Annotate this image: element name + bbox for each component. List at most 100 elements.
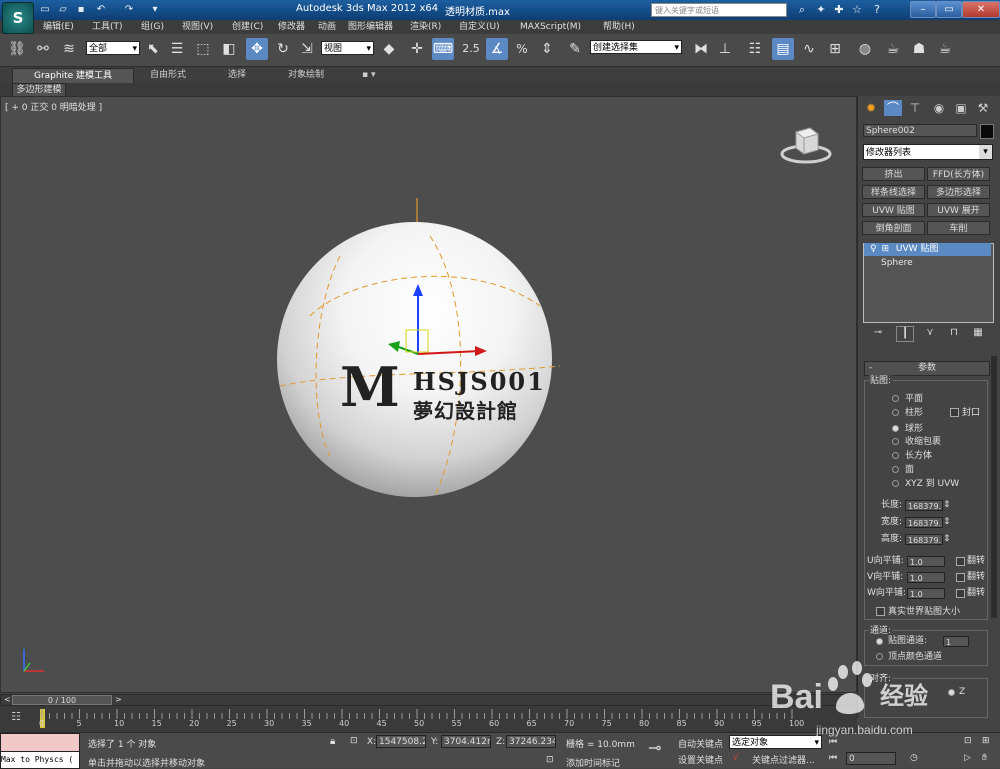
set-key-button[interactable]: 设置关键点 (678, 753, 723, 766)
new-icon[interactable]: ▭ (38, 3, 52, 16)
render-production-icon[interactable]: ☕ (934, 38, 956, 60)
tab-graphite-modeling[interactable]: Graphite 建模工具 (12, 68, 134, 83)
real-world-checkbox[interactable] (876, 607, 885, 616)
length-spinner[interactable]: 168379. (905, 500, 943, 511)
absolute-mode-icon[interactable]: ⊡ (350, 736, 358, 746)
stack-item-sphere[interactable]: Sphere (881, 258, 913, 268)
zoom-extents-icon[interactable]: ⊡ (964, 736, 972, 746)
pivot-center-icon[interactable]: ◆ (378, 38, 400, 60)
make-unique-icon[interactable]: ⋎ (922, 326, 938, 340)
modify-tab-icon[interactable]: ⌒ (884, 100, 902, 116)
time-slider[interactable] (0, 694, 857, 706)
undo-icon[interactable]: ↶ (94, 3, 108, 16)
time-slider-thumb[interactable]: 0 / 100 (12, 695, 112, 705)
radio-shrink-wrap[interactable] (892, 438, 899, 445)
show-end-result-icon[interactable]: ┃ (896, 326, 914, 342)
z-coordinate-field[interactable]: 37246.234 (506, 735, 556, 748)
motion-tab-icon[interactable]: ◉ (930, 100, 948, 116)
mirror-icon[interactable]: ⧓ (690, 38, 712, 60)
selection-filter-dropdown[interactable]: 全部 (86, 41, 140, 56)
viewport-label[interactable]: [ + 0 正交 0 明暗处理 ] (5, 100, 102, 113)
u-tile-spinner[interactable]: 1.0 (907, 556, 945, 567)
rendered-frame-window-icon[interactable]: ☗ (908, 38, 930, 60)
unlink-icon[interactable]: ⚯ (32, 38, 54, 60)
keyboard-shortcut-override-icon[interactable]: ⌨ (432, 38, 454, 60)
lock-icon[interactable]: 🔒︎ (330, 736, 335, 747)
bind-space-warp-icon[interactable]: ≋ (58, 38, 80, 60)
graphite-toggle-icon[interactable]: ▤ (772, 38, 794, 60)
app-logo-button[interactable]: S (2, 2, 34, 34)
menu-tools[interactable]: 工具(T) (92, 21, 123, 33)
tools-icon[interactable]: ✦ (814, 3, 828, 17)
render-setup-icon[interactable]: ☕ (882, 38, 904, 60)
modifier-uvw-map-button[interactable]: UVW 贴图 (862, 203, 925, 217)
x-coordinate-field[interactable]: 1547508.2 (376, 735, 426, 748)
menu-maxscript[interactable]: MAXScript(M) (520, 21, 581, 33)
radio-xyz-to-uvw[interactable] (892, 480, 899, 487)
v-flip-checkbox[interactable] (956, 573, 965, 582)
percent-snap-icon[interactable]: % (511, 38, 533, 60)
quick-access-more-icon[interactable]: ▾ (148, 3, 162, 16)
angle-snap-icon[interactable]: ∡ (486, 38, 508, 60)
create-tab-icon[interactable]: ✹ (862, 100, 880, 116)
window-crossing-icon[interactable]: ◧ (218, 38, 240, 60)
rectangular-selection-icon[interactable]: ⬚ (192, 38, 214, 60)
modifier-bevel-profile-button[interactable]: 倒角剖面 (862, 221, 925, 235)
add-time-tag[interactable]: 添加时间标记 (566, 756, 620, 769)
edit-named-selection-icon[interactable]: ✎ (564, 38, 586, 60)
tab-selection[interactable]: 选择 (228, 68, 246, 82)
modifier-list-dropdown[interactable]: 修改器列表 (863, 144, 993, 160)
time-slider-prev-icon[interactable]: < (4, 694, 11, 706)
menu-graph-editors[interactable]: 图形编辑器 (348, 21, 393, 33)
utilities-tab-icon[interactable]: ⚒ (974, 100, 992, 116)
maximize-button[interactable]: ▭ (936, 1, 962, 18)
close-button[interactable]: ✕ (962, 1, 1000, 18)
link-icon[interactable]: ⛓ (6, 38, 28, 60)
menu-create[interactable]: 创建(C) (232, 21, 263, 33)
material-editor-icon[interactable]: ◍ (854, 38, 876, 60)
modifier-unwrap-uvw-button[interactable]: UVW 展开 (927, 203, 990, 217)
menu-views[interactable]: 视图(V) (182, 21, 213, 33)
align-icon[interactable]: ⊥ (714, 38, 736, 60)
named-selection-dropdown[interactable]: 创建选择集 (590, 40, 682, 55)
select-object-icon[interactable]: ⬉ (142, 38, 164, 60)
v-tile-spinner[interactable]: 1.0 (907, 572, 945, 583)
menu-help[interactable]: 帮助(H) (603, 21, 635, 33)
favorites-icon[interactable]: ☆ (850, 3, 864, 17)
mini-curve-editor-icon[interactable]: ☷ (8, 710, 24, 724)
select-and-rotate-icon[interactable]: ↻ (272, 38, 294, 60)
configure-modifier-sets-icon[interactable]: ▦ (970, 326, 986, 340)
snaps-toggle-icon[interactable]: 2.5 (460, 38, 482, 60)
chevron-down-icon[interactable]: ▾ (979, 145, 992, 159)
w-tile-spinner[interactable]: 1.0 (907, 588, 945, 599)
stack-item-uvw-map[interactable]: ♀ ⊞ UVW 贴图 (864, 243, 991, 256)
maxscript-listener-white[interactable]: Max to Physcs ( (0, 751, 80, 769)
modifier-poly-select-button[interactable]: 多边形选择 (927, 185, 990, 199)
remove-modifier-icon[interactable]: ⊓ (946, 326, 962, 340)
modifier-spline-select-button[interactable]: 样条线选择 (862, 185, 925, 199)
select-by-name-icon[interactable]: ☰ (166, 38, 188, 60)
spinner-arrows-icon[interactable]: ⇕ (943, 533, 951, 545)
key-icon[interactable]: ⊸ (648, 738, 661, 757)
binoculars-icon[interactable]: ⌕ (795, 3, 809, 17)
radio-cylindrical[interactable] (892, 409, 899, 416)
y-coordinate-field[interactable]: 3704.412m (441, 735, 491, 748)
width-spinner[interactable]: 168379. (905, 517, 943, 528)
key-mode-icon[interactable]: √ (733, 753, 739, 763)
pan-view-icon[interactable]: ✋︎ (982, 753, 987, 763)
polygon-modeling-label[interactable]: 多边形建模 (12, 83, 66, 97)
cap-checkbox[interactable] (950, 408, 959, 417)
modifier-ffd-box-button[interactable]: FFD(长方体) (927, 167, 990, 181)
menu-edit[interactable]: 编辑(E) (43, 21, 74, 33)
w-flip-checkbox[interactable] (956, 589, 965, 598)
parameters-rollout-header[interactable]: - 参数 (864, 361, 990, 376)
viewcube-icon[interactable] (780, 124, 832, 166)
menu-group[interactable]: 组(G) (141, 21, 164, 33)
select-manipulate-icon[interactable]: ✛ (406, 38, 428, 60)
display-tab-icon[interactable]: ▣ (952, 100, 970, 116)
redo-icon[interactable]: ↷ (122, 3, 136, 16)
pin-stack-icon[interactable]: ⊸ (870, 326, 886, 340)
save-icon[interactable]: ▪ (74, 3, 88, 16)
tab-freeform[interactable]: 自由形式 (150, 68, 186, 82)
minimize-button[interactable]: – (910, 1, 936, 18)
